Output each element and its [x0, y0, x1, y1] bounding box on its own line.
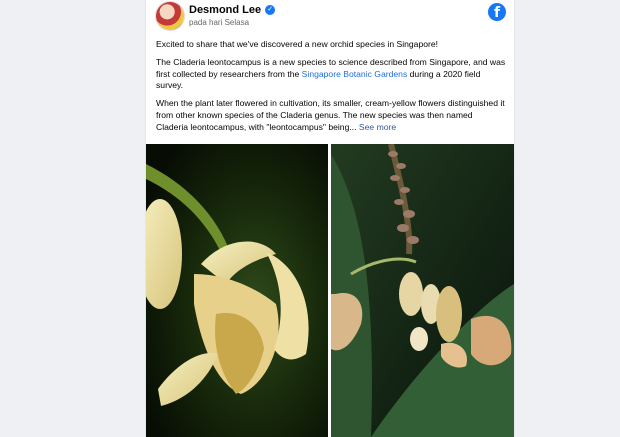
post-paragraph-1: Excited to share that we've discovered a… [156, 39, 439, 49]
author-avatar[interactable] [156, 2, 184, 30]
facebook-logo-icon[interactable]: f [488, 3, 506, 21]
author-name-row: Desmond Lee ✓ [189, 4, 276, 16]
post-paragraph-3: When the plant later flowered in cultiva… [156, 98, 506, 133]
orchid-inflorescence-illustration [331, 144, 514, 437]
orchid-closeup-illustration [146, 144, 328, 437]
verified-check-icon: ✓ [265, 5, 276, 15]
facebook-post-card: Desmond Lee ✓ pada hari Selasa f Excited… [145, 0, 515, 437]
see-more-link[interactable]: See more [359, 122, 396, 132]
orchid-inflorescence-photo[interactable] [331, 144, 514, 437]
post-timestamp[interactable]: pada hari Selasa [189, 18, 249, 27]
botanic-gardens-link[interactable]: Singapore Botanic Gardens [302, 69, 408, 79]
post-photos [146, 144, 514, 437]
post-paragraph-3-text: When the plant later flowered in cultiva… [156, 98, 505, 132]
author-name[interactable]: Desmond Lee [189, 4, 261, 16]
post-header: Desmond Lee ✓ pada hari Selasa f [146, 0, 514, 34]
post-paragraph-2: The Claderia leontocampus is a new speci… [156, 57, 506, 92]
post-text: Excited to share that we've discovered a… [156, 39, 506, 140]
orchid-closeup-photo[interactable] [146, 144, 328, 437]
